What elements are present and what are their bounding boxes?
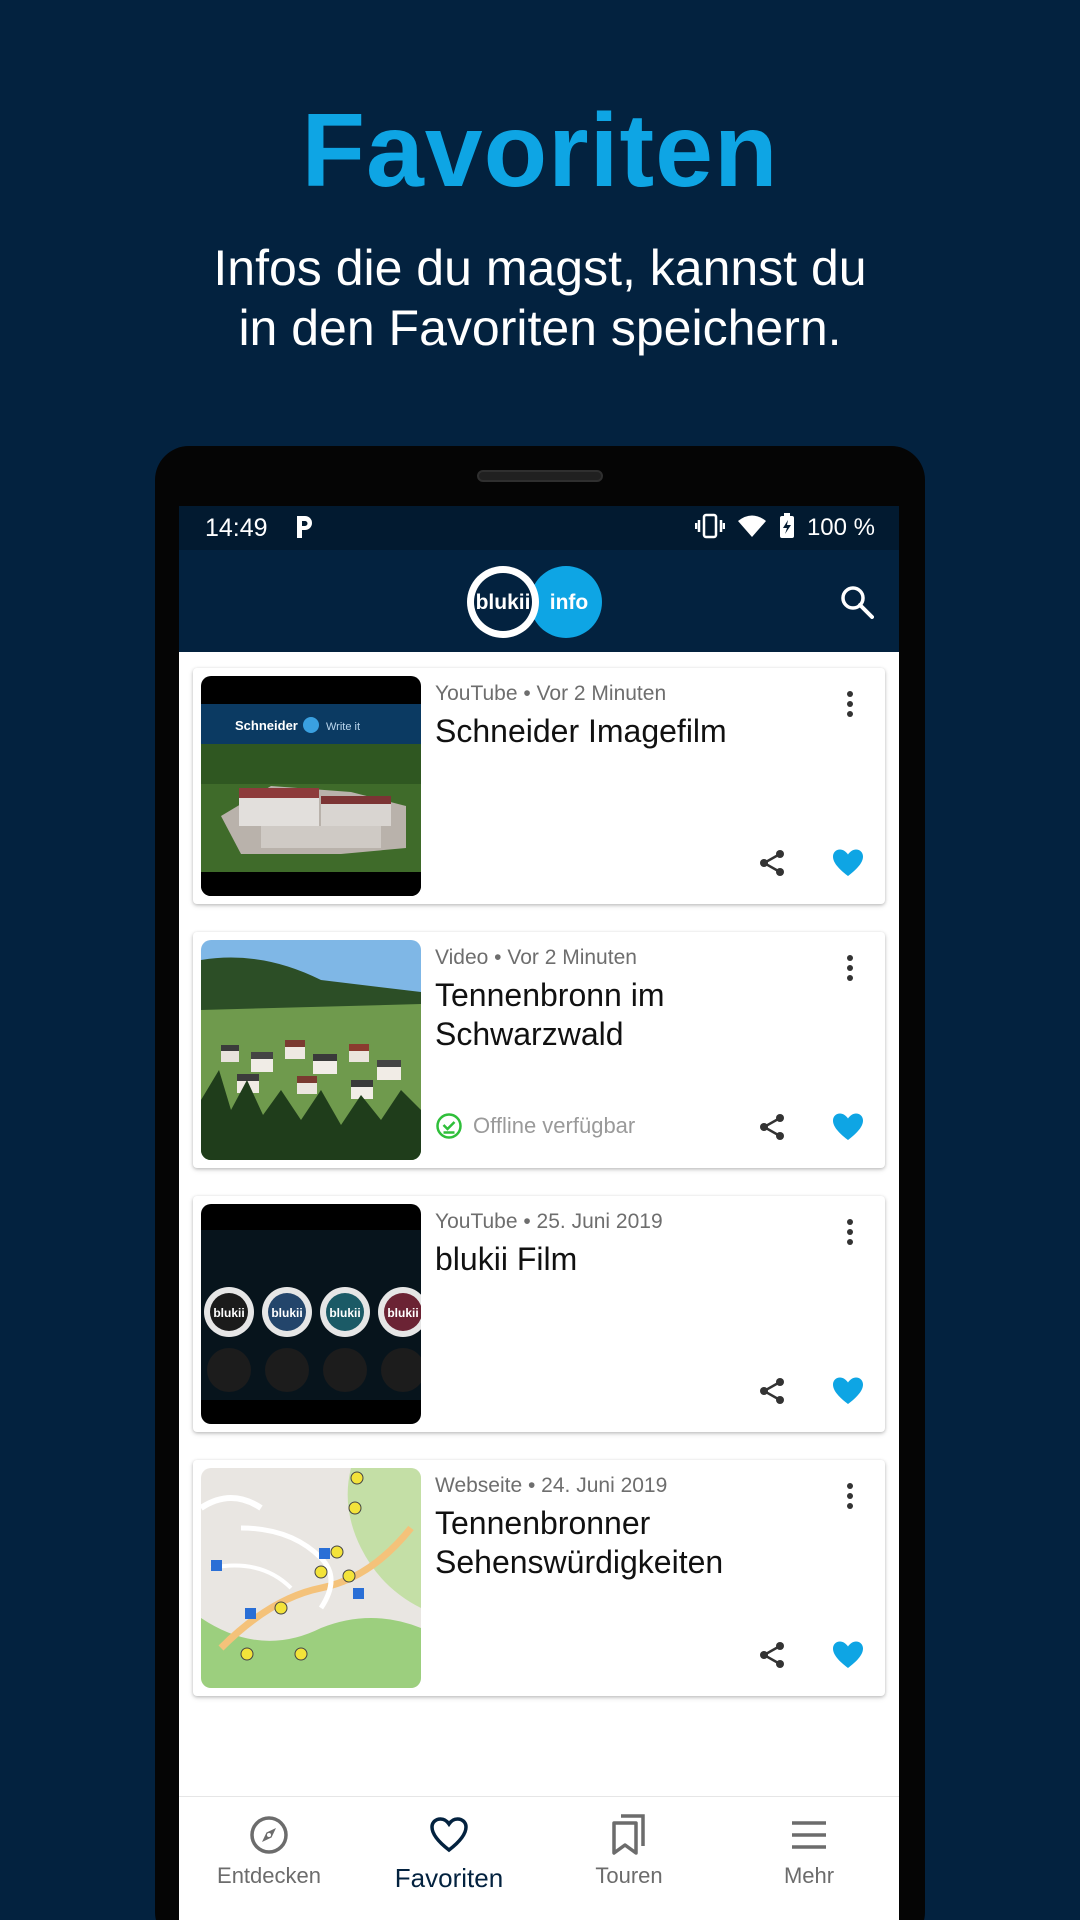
share-button[interactable] <box>755 846 789 880</box>
nav-item-favoriten[interactable]: Favoriten <box>359 1797 539 1920</box>
favorite-button[interactable] <box>831 1110 865 1144</box>
nav-item-touren[interactable]: Touren <box>539 1797 719 1920</box>
thumbnail-text-blukii: blukii <box>387 1306 418 1320</box>
more-vert-icon <box>847 691 853 717</box>
more-options-button[interactable] <box>835 686 865 722</box>
thumbnail-blukii-beacons: blukii blukii blukii blukii <box>201 1204 421 1424</box>
item-title: Schneider Imagefilm <box>435 713 727 749</box>
battery-percentage: 100 % <box>806 514 875 541</box>
share-icon <box>760 1114 784 1140</box>
bottom-navigation: Entdecken Favoriten Touren Mehr <box>179 1796 899 1920</box>
status-bar: 14:49 100 % <box>179 506 899 550</box>
nav-label: Favoriten <box>394 1863 504 1893</box>
more-options-button[interactable] <box>835 1478 865 1514</box>
bookmarks-icon <box>609 1813 649 1857</box>
offline-label: Offline verfügbar <box>473 1113 636 1138</box>
hero-title: Favoriten <box>301 93 779 209</box>
favorite-card[interactable]: Webseite • 24. Juni 2019 Tennenbronner S… <box>193 1460 885 1696</box>
search-icon <box>841 586 874 619</box>
thumbnail-text-schneider: Schneider <box>235 718 298 733</box>
share-button[interactable] <box>755 1638 789 1672</box>
favorite-button[interactable] <box>831 1374 865 1408</box>
heart-filled-icon <box>833 1641 863 1668</box>
thumbnail-map <box>201 1468 421 1688</box>
nav-item-mehr[interactable]: Mehr <box>719 1797 899 1920</box>
compass-icon <box>249 1813 289 1857</box>
share-button[interactable] <box>755 1374 789 1408</box>
menu-icon <box>789 1813 829 1857</box>
nav-label: Touren <box>595 1863 663 1888</box>
item-meta: Video • Vor 2 Minuten <box>435 946 637 969</box>
vibrate-icon <box>694 513 726 544</box>
parking-notification-icon <box>293 514 315 540</box>
hero-subtitle-line-2: in den Favoriten speichern. <box>238 300 842 356</box>
offline-available-status: Offline verfügbar <box>435 1112 635 1140</box>
nav-item-entdecken[interactable]: Entdecken <box>179 1797 359 1920</box>
heart-filled-icon <box>833 1377 863 1404</box>
more-options-button[interactable] <box>835 1214 865 1250</box>
item-title: Tennenbronn im Schwarzwald <box>435 977 665 1052</box>
thumbnail-text-blukii: blukii <box>213 1306 244 1320</box>
favorite-card[interactable]: Schneider Write it YouTube • Vor 2 Minut… <box>193 668 885 904</box>
hero-subtitle: Infos die du magst, kannst du in den Fav… <box>0 238 1080 358</box>
heart-outline-icon <box>429 1813 469 1857</box>
wifi-icon <box>737 514 767 543</box>
thumbnail-village-landscape <box>201 940 421 1160</box>
status-time: 14:49 <box>205 514 268 542</box>
logo-text-info: info <box>550 591 588 614</box>
item-meta: Webseite • 24. Juni 2019 <box>435 1474 668 1497</box>
thumbnail-text-blukii: blukii <box>329 1306 360 1320</box>
item-meta: YouTube • Vor 2 Minuten <box>435 682 667 705</box>
more-vert-icon <box>847 955 853 981</box>
battery-charging-icon <box>779 512 795 544</box>
thumbnail-text-write-it: Write it <box>326 721 360 733</box>
status-icons: 100 % <box>694 512 875 544</box>
device-speaker <box>477 470 603 482</box>
nav-label: Mehr <box>783 1863 835 1888</box>
favorite-button[interactable] <box>831 846 865 880</box>
nav-label: Entdecken <box>217 1863 321 1888</box>
favorite-card[interactable]: Video • Vor 2 Minuten Tennenbronn im Sch… <box>193 932 885 1168</box>
favorite-button[interactable] <box>831 1638 865 1672</box>
share-icon <box>760 1642 784 1668</box>
item-meta: YouTube • 25. Juni 2019 <box>435 1210 663 1233</box>
offline-check-icon <box>436 1113 462 1139</box>
more-options-button[interactable] <box>835 950 865 986</box>
item-title: Tennenbronner Sehenswürdigkeiten <box>435 1505 724 1580</box>
more-vert-icon <box>847 1483 853 1509</box>
item-title: blukii Film <box>435 1241 578 1277</box>
heart-filled-icon <box>833 849 863 876</box>
search-button[interactable] <box>835 580 879 624</box>
app-bar: blukii info <box>179 550 899 652</box>
blukii-info-logo: blukii info <box>465 564 605 640</box>
share-icon <box>760 1378 784 1404</box>
favorite-card[interactable]: blukii blukii blukii blukii YouTube • 25… <box>193 1196 885 1432</box>
hero-subtitle-line-1: Infos die du magst, kannst du <box>213 240 867 296</box>
share-button[interactable] <box>755 1110 789 1144</box>
thumbnail-schneider-factory: Schneider Write it <box>201 676 421 896</box>
share-icon <box>760 850 784 876</box>
heart-filled-icon <box>833 1113 863 1140</box>
thumbnail-text-blukii: blukii <box>271 1306 302 1320</box>
tablet-frame: 14:49 100 % blukii info Schneider Write … <box>155 446 925 1920</box>
logo-text-blukii: blukii <box>476 591 531 614</box>
app-screen: 14:49 100 % blukii info Schneider Write … <box>179 506 899 1920</box>
more-vert-icon <box>847 1219 853 1245</box>
